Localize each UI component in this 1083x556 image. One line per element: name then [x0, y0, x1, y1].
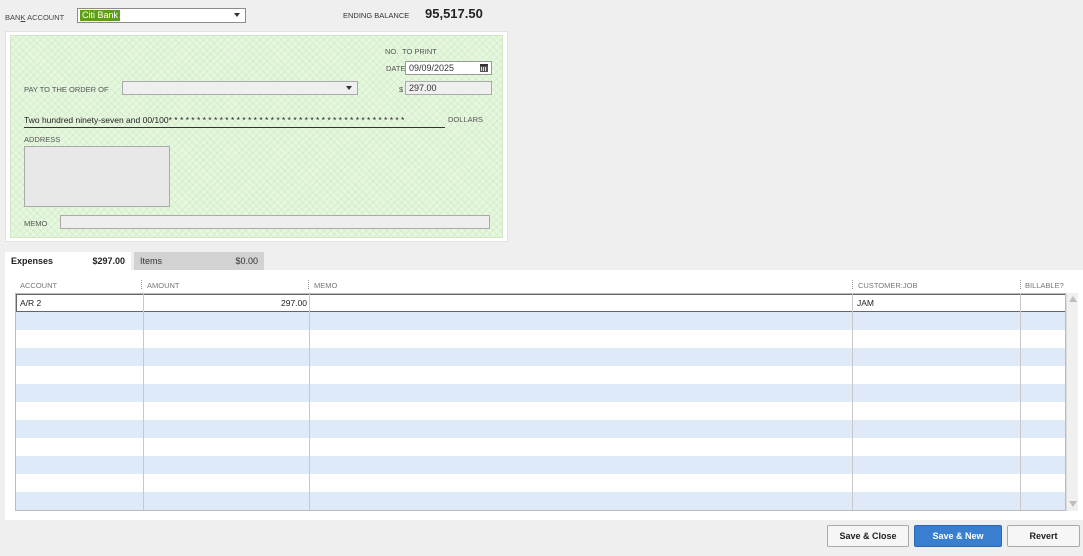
- check-number-label: NO.: [385, 47, 399, 56]
- table-row[interactable]: [16, 438, 1065, 456]
- table-row[interactable]: [16, 456, 1065, 474]
- ending-balance-label: ENDING BALANCE: [343, 11, 410, 20]
- tab-items-label: Items: [140, 256, 163, 266]
- address-field[interactable]: [24, 146, 170, 207]
- chevron-down-icon[interactable]: [234, 13, 240, 17]
- vertical-scrollbar[interactable]: [1066, 293, 1078, 511]
- table-row[interactable]: [16, 402, 1065, 420]
- table-row[interactable]: [16, 420, 1065, 438]
- memo-label: MEMO: [24, 219, 48, 228]
- column-divider: [143, 294, 144, 510]
- column-header-account[interactable]: ACCOUNT: [20, 281, 57, 290]
- table-row[interactable]: A/R 2 297.00 JAM: [16, 294, 1065, 312]
- table-row[interactable]: [16, 474, 1065, 492]
- table-row[interactable]: [16, 366, 1065, 384]
- cell-amount[interactable]: 297.00: [145, 298, 307, 308]
- expenses-table: ACCOUNT AMOUNT MEMO CUSTOMER:JOB BILLABL…: [5, 270, 1083, 520]
- table-header: ACCOUNT AMOUNT MEMO CUSTOMER:JOB BILLABL…: [5, 278, 1083, 292]
- date-label: DATE: [386, 64, 406, 73]
- scroll-up-icon[interactable]: [1069, 296, 1077, 302]
- column-header-billable[interactable]: BILLABLE?: [1025, 281, 1064, 290]
- date-value: 09/09/2025: [409, 63, 455, 73]
- check-face: NO. TO PRINT DATE 09/09/2025 PAY TO THE …: [10, 35, 503, 238]
- calendar-icon[interactable]: [480, 64, 488, 72]
- table-row[interactable]: [16, 384, 1065, 402]
- payto-select[interactable]: [122, 81, 358, 95]
- amount-value: 297.00: [409, 83, 437, 93]
- save-and-new-button[interactable]: Save & New: [914, 525, 1002, 547]
- column-divider[interactable]: [141, 280, 142, 289]
- table-body: A/R 2 297.00 JAM: [15, 293, 1066, 511]
- cell-customer-job[interactable]: JAM: [857, 298, 874, 308]
- tab-expenses-label: Expenses: [11, 256, 54, 266]
- revert-button[interactable]: Revert: [1007, 525, 1080, 547]
- payto-label: PAY TO THE ORDER OF: [24, 85, 109, 94]
- column-divider[interactable]: [852, 280, 853, 289]
- column-divider: [309, 294, 310, 510]
- table-row[interactable]: [16, 312, 1065, 330]
- column-divider: [1020, 294, 1021, 510]
- table-row[interactable]: [16, 348, 1065, 366]
- bank-account-value: Citi Bank: [80, 10, 121, 21]
- scroll-down-icon[interactable]: [1069, 501, 1077, 507]
- check-number-value[interactable]: TO PRINT: [402, 47, 437, 56]
- save-and-close-button[interactable]: Save & Close: [827, 525, 909, 547]
- tab-expenses[interactable]: Expenses $297.00: [5, 252, 131, 270]
- tab-items[interactable]: Items $0.00: [134, 252, 264, 270]
- cell-account[interactable]: A/R 2: [20, 298, 41, 308]
- bank-account-select[interactable]: Citi Bank: [77, 8, 246, 23]
- date-field[interactable]: 09/09/2025: [405, 61, 492, 75]
- tab-items-amount: $0.00: [235, 256, 258, 266]
- dollar-sign-label: $: [399, 85, 404, 94]
- column-header-amount[interactable]: AMOUNT: [147, 281, 180, 290]
- amount-field[interactable]: 297.00: [405, 81, 492, 95]
- column-divider: [852, 294, 853, 510]
- address-label: ADDRESS: [24, 135, 61, 144]
- column-divider[interactable]: [308, 280, 309, 289]
- dollars-label: DOLLARS: [448, 115, 484, 124]
- check-panel: NO. TO PRINT DATE 09/09/2025 PAY TO THE …: [5, 31, 508, 242]
- table-row[interactable]: [16, 330, 1065, 348]
- bank-account-label: BANK ACCOUNT: [5, 13, 65, 22]
- column-divider[interactable]: [1020, 280, 1021, 289]
- amount-in-words: Two hundred ninety-seven and 00/100* * *…: [24, 115, 445, 128]
- memo-field[interactable]: [60, 215, 490, 229]
- column-header-memo[interactable]: MEMO: [314, 281, 337, 290]
- column-header-customer-job[interactable]: CUSTOMER:JOB: [858, 281, 917, 290]
- table-row[interactable]: [16, 492, 1065, 510]
- ending-balance-value: 95,517.50: [425, 6, 483, 21]
- chevron-down-icon[interactable]: [346, 86, 352, 90]
- tab-expenses-amount: $297.00: [92, 256, 125, 266]
